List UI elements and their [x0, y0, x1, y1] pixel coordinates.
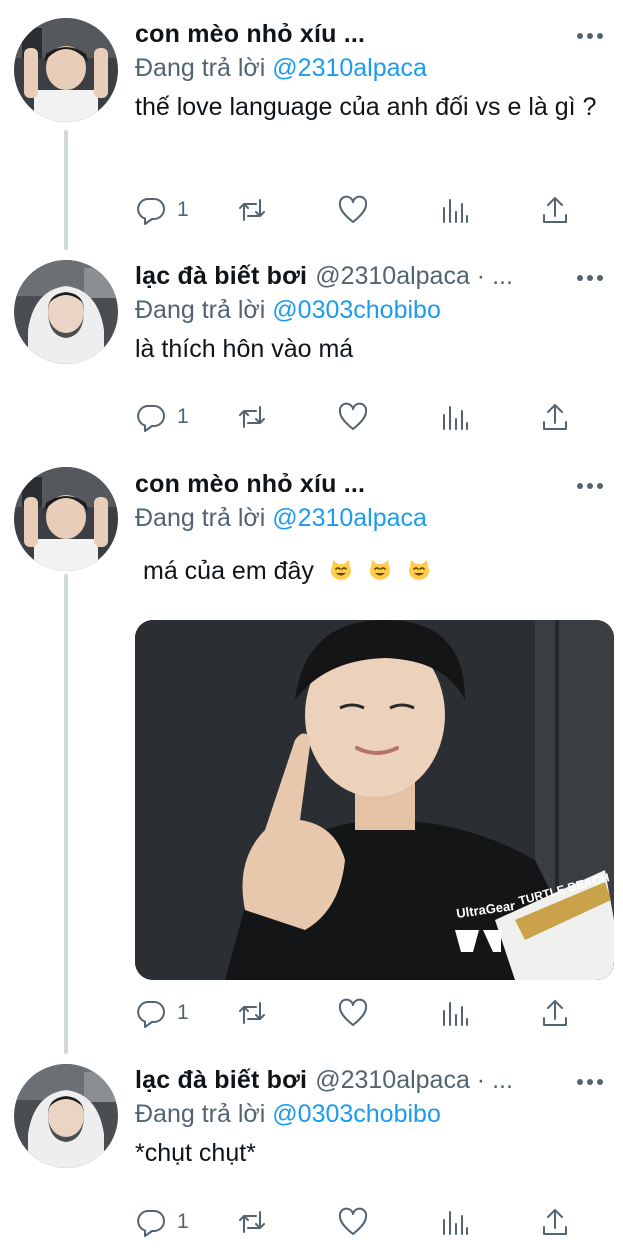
- share-button[interactable]: [539, 194, 571, 226]
- like-button[interactable]: [337, 401, 397, 433]
- views-icon: [443, 1211, 468, 1235]
- avatar[interactable]: [14, 1064, 118, 1168]
- views-button[interactable]: [438, 997, 498, 1029]
- tweet-text-row: má của em đây: [135, 553, 609, 589]
- reply-count: 1: [177, 1210, 189, 1233]
- reply-handle-link[interactable]: @2310alpaca: [272, 504, 427, 532]
- share-icon: [543, 404, 567, 430]
- retweet-icon: [239, 199, 265, 221]
- views-button[interactable]: [438, 401, 498, 433]
- like-button[interactable]: [337, 194, 397, 226]
- more-icon[interactable]: [575, 24, 605, 48]
- author-name[interactable]: lạc đà biết bơi: [135, 262, 307, 291]
- more-icon[interactable]: [575, 474, 605, 498]
- share-button[interactable]: [539, 997, 571, 1029]
- retweet-icon: [239, 1002, 265, 1024]
- replying-to-label: Đang trả lời: [135, 54, 273, 82]
- like-button[interactable]: [337, 1206, 397, 1238]
- thread-line: [64, 130, 68, 250]
- share-icon: [543, 197, 567, 223]
- heart-icon: [338, 998, 368, 1026]
- author-name-ellipsis: ...: [336, 20, 366, 48]
- like-button[interactable]: [337, 997, 397, 1029]
- reply-icon: [137, 405, 165, 432]
- share-button[interactable]: [539, 401, 571, 433]
- views-icon: [443, 406, 468, 430]
- author-name[interactable]: con mèo nhỏ xíu: [135, 470, 337, 499]
- reply-count: 1: [177, 1001, 189, 1024]
- author-handle[interactable]: @2310alpaca · ...: [315, 1066, 513, 1095]
- avatar[interactable]: [14, 467, 118, 571]
- reply-button[interactable]: 1: [135, 401, 195, 433]
- retweet-button[interactable]: [236, 997, 296, 1029]
- replying-to: Đang trả lời @0303chobibo: [135, 1100, 609, 1129]
- author-name-ellipsis: ...: [336, 470, 366, 498]
- cat-face-icon: [330, 560, 351, 580]
- reply-button[interactable]: 1: [135, 997, 195, 1029]
- replying-to-label: Đang trả lời: [135, 1100, 273, 1128]
- retweet-button[interactable]: [236, 1206, 296, 1238]
- views-button[interactable]: [438, 1206, 498, 1238]
- more-icon[interactable]: [575, 1070, 605, 1094]
- reply-handle-link[interactable]: @0303chobibo: [272, 1100, 441, 1128]
- tweet-text: thế love language của anh đối vs e là gì…: [135, 93, 597, 121]
- tweet-text: má của em đây: [143, 557, 314, 585]
- author-handle[interactable]: @2310alpaca · ...: [315, 262, 513, 291]
- reply-button[interactable]: 1: [135, 194, 195, 226]
- reply-button[interactable]: 1: [135, 1206, 195, 1238]
- retweet-icon: [239, 1211, 265, 1233]
- cat-face-icon: [408, 560, 429, 580]
- share-icon: [543, 1000, 567, 1026]
- heart-icon: [338, 195, 368, 223]
- avatar[interactable]: [14, 18, 118, 122]
- retweet-icon: [239, 406, 265, 428]
- reply-count: 1: [177, 405, 189, 428]
- tweet-text: là thích hôn vào má: [135, 335, 354, 363]
- author-name[interactable]: con mèo nhỏ xíu: [135, 20, 337, 49]
- replying-to: Đang trả lời @2310alpaca: [135, 54, 609, 83]
- author-name[interactable]: lạc đà biết bơi: [135, 1066, 307, 1095]
- more-icon[interactable]: [575, 266, 605, 290]
- views-icon: [443, 199, 468, 223]
- thread-line: [64, 574, 68, 1054]
- share-icon: [543, 1209, 567, 1235]
- reply-icon: [137, 1001, 165, 1028]
- reply-handle-link[interactable]: @2310alpaca: [272, 54, 427, 82]
- reply-count: 1: [177, 198, 189, 221]
- replying-to-label: Đang trả lời: [135, 296, 273, 324]
- cat-face-icon: [369, 560, 390, 580]
- avatar[interactable]: [14, 260, 118, 364]
- retweet-button[interactable]: [236, 194, 296, 226]
- tweet-photo[interactable]: UltraGear TURTLE BEACH: [135, 620, 614, 980]
- heart-icon: [338, 1207, 368, 1235]
- views-button[interactable]: [438, 194, 498, 226]
- views-icon: [443, 1002, 468, 1026]
- heart-icon: [338, 402, 368, 430]
- replying-to-label: Đang trả lời: [135, 504, 273, 532]
- replying-to: Đang trả lời @0303chobibo: [135, 296, 609, 325]
- reply-icon: [137, 1210, 165, 1237]
- reply-handle-link[interactable]: @0303chobibo: [272, 296, 441, 324]
- tweet-text: *chụt chụt*: [135, 1139, 256, 1167]
- reply-icon: [137, 198, 165, 225]
- share-button[interactable]: [539, 1206, 571, 1238]
- replying-to: Đang trả lời @2310alpaca: [135, 504, 609, 533]
- retweet-button[interactable]: [236, 401, 296, 433]
